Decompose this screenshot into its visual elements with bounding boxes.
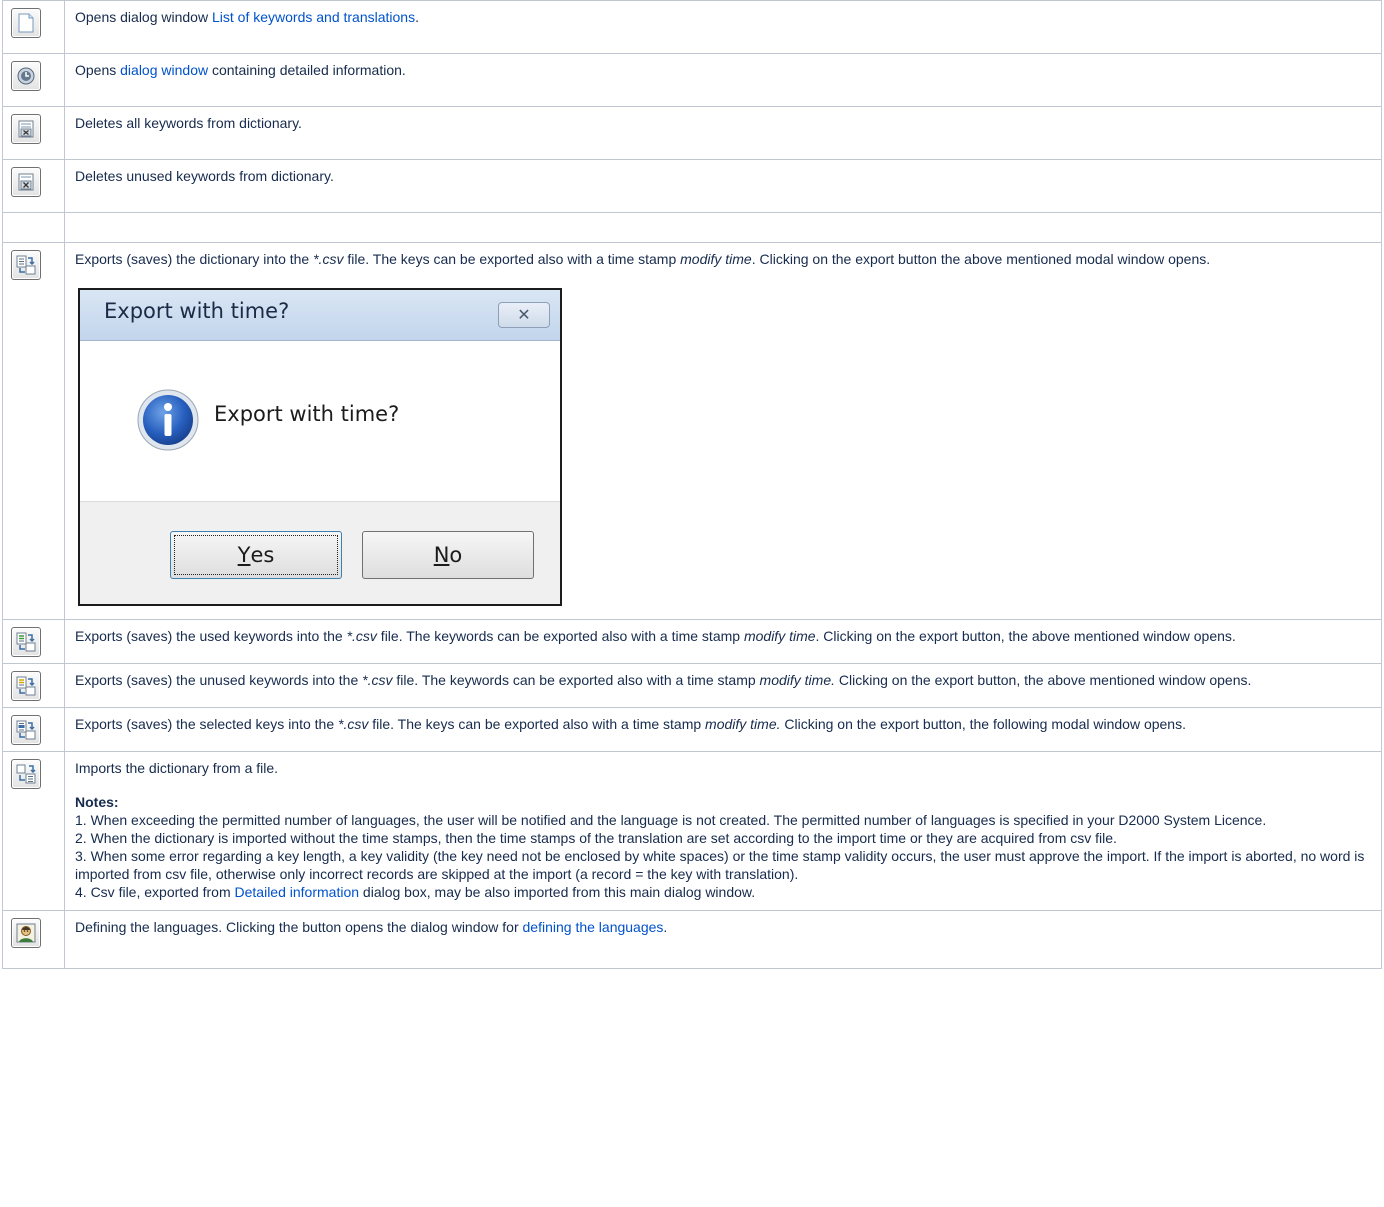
table-row: Deletes all keywords from dictionary. (2, 106, 1382, 160)
row-text: file. The keywords can be exported also … (376, 628, 744, 644)
note-item: 3. When some error regarding a key lengt… (75, 848, 1365, 882)
row-text: Exports (saves) the used keywords into t… (75, 628, 347, 644)
export-selected-keys-icon[interactable] (11, 715, 41, 745)
table-row-empty (2, 212, 1382, 243)
note-item: 4. Csv file, exported from Detailed info… (75, 883, 1371, 901)
row-text: Opens (75, 62, 121, 78)
export-dictionary-icon[interactable] (11, 250, 41, 280)
yes-mnemonic: Y (237, 543, 251, 567)
dialog-message: Export with time? (214, 402, 400, 426)
description-cell: Imports the dictionary from a file. Note… (64, 751, 1382, 911)
table-row: Opens dialog window List of keywords and… (2, 0, 1382, 54)
icon-cell (2, 910, 65, 969)
no-button[interactable]: No (362, 531, 534, 579)
table-row: Opens dialog window containing detailed … (2, 53, 1382, 107)
export-used-keywords-icon[interactable] (11, 627, 41, 657)
description-cell: Exports (saves) the unused keywords into… (64, 663, 1382, 708)
row-text: Deletes all keywords from dictionary. (75, 115, 302, 131)
modify-time-term: modify time (743, 628, 816, 644)
table-row: Deletes unused keywords from dictionary. (2, 159, 1382, 213)
row-text: file. The keywords can be exported also … (392, 672, 760, 688)
description-cell: Opens dialog window containing detailed … (64, 53, 1382, 107)
defining-languages-link[interactable]: defining the languages (523, 919, 664, 935)
button-description-table: Opens dialog window List of keywords and… (2, 0, 1382, 969)
icon-cell (2, 751, 65, 911)
icon-cell (2, 619, 65, 664)
no-mnemonic: N (433, 543, 450, 567)
dialog-titlebar: Export with time? ✕ (80, 290, 560, 341)
row-text: 4. Csv file, exported from (75, 884, 235, 900)
table-row: Imports the dictionary from a file. Note… (2, 751, 1382, 911)
icon-cell (2, 707, 65, 752)
empty-cell (2, 212, 65, 243)
row-text: Opens dialog window (75, 9, 212, 25)
table-row: Exports (saves) the dictionary into the … (2, 242, 1382, 620)
dialog-title: Export with time? (104, 299, 290, 323)
table-row: Defining the languages. Clicking the but… (2, 910, 1382, 969)
export-with-time-dialog: Export with time? ✕ Export with time? Y … (78, 288, 562, 606)
description-cell: Defining the languages. Clicking the but… (64, 910, 1382, 969)
row-text: Deletes unused keywords from dictionary. (75, 168, 334, 184)
delete-unused-keywords-icon[interactable] (11, 167, 41, 197)
file-extension: *.csv (338, 716, 369, 732)
row-text: Clicking on the export button, the above… (835, 672, 1252, 688)
row-text: . Clicking on the export button, the abo… (815, 628, 1236, 644)
import-dictionary-icon[interactable] (11, 759, 41, 789)
icon-cell (2, 53, 65, 107)
row-text: containing detailed information. (208, 62, 406, 78)
empty-cell (64, 212, 1382, 243)
row-text: . Clicking on the export button the abov… (751, 251, 1211, 267)
description-cell: Opens dialog window List of keywords and… (64, 0, 1382, 54)
row-text: file. The keys can be exported also with… (368, 716, 706, 732)
icon-cell (2, 159, 65, 213)
row-text: file. The keys can be exported also with… (343, 251, 681, 267)
detailed-information-link[interactable]: Detailed information (235, 884, 360, 900)
modify-time-term: modify time. (759, 672, 835, 688)
no-label: o (449, 543, 463, 567)
dialog-footer: Yes No (80, 501, 560, 604)
row-text: Exports (saves) the unused keywords into… (75, 672, 363, 688)
table-row: Exports (saves) the used keywords into t… (2, 619, 1382, 664)
import-intro: Imports the dictionary from a file. (75, 760, 279, 776)
description-cell: Exports (saves) the dictionary into the … (64, 242, 1382, 620)
icon-cell (2, 106, 65, 160)
yes-button[interactable]: Yes (170, 531, 342, 579)
description-cell: Exports (saves) the used keywords into t… (64, 619, 1382, 664)
row-text: Exports (saves) the dictionary into the (75, 251, 314, 267)
row-text: . (663, 919, 668, 935)
note-item: 1. When exceeding the permitted number o… (75, 812, 1267, 828)
new-document-icon[interactable] (11, 8, 41, 38)
modify-time-term: modify time (680, 251, 752, 267)
close-button[interactable]: ✕ (498, 302, 550, 328)
description-cell: Deletes unused keywords from dictionary. (64, 159, 1382, 213)
description-cell: Exports (saves) the selected keys into t… (64, 707, 1382, 752)
dialog-body: Export with time? (80, 341, 560, 501)
file-extension: *.csv (346, 628, 377, 644)
define-languages-icon[interactable] (11, 918, 41, 948)
list-of-keywords-link[interactable]: List of keywords and translations (212, 9, 415, 25)
dialog-window-link[interactable]: dialog window (120, 62, 208, 78)
note-item: 2. When the dictionary is imported witho… (75, 830, 1117, 846)
row-text: dialog box, may be also imported from th… (359, 884, 756, 900)
icon-cell (2, 0, 65, 54)
description-cell: Deletes all keywords from dictionary. (64, 106, 1382, 160)
table-row: Exports (saves) the unused keywords into… (2, 663, 1382, 708)
clock-info-icon[interactable] (11, 61, 41, 91)
file-extension: *.csv (362, 672, 393, 688)
icon-cell (2, 663, 65, 708)
export-unused-keywords-icon[interactable] (11, 671, 41, 701)
delete-all-keywords-icon[interactable] (11, 114, 41, 144)
row-text: . (415, 9, 419, 25)
yes-label: es (250, 543, 275, 567)
notes-title: Notes: (75, 794, 119, 810)
table-row: Exports (saves) the selected keys into t… (2, 707, 1382, 752)
close-icon: ✕ (517, 305, 531, 324)
info-icon (136, 388, 200, 457)
modify-time-term: modify time. (705, 716, 781, 732)
row-text: Defining the languages. Clicking the but… (75, 919, 523, 935)
icon-cell (2, 242, 65, 620)
file-extension: *.csv (313, 251, 344, 267)
row-text: Exports (saves) the selected keys into t… (75, 716, 339, 732)
row-text: Clicking on the export button, the follo… (780, 716, 1186, 732)
